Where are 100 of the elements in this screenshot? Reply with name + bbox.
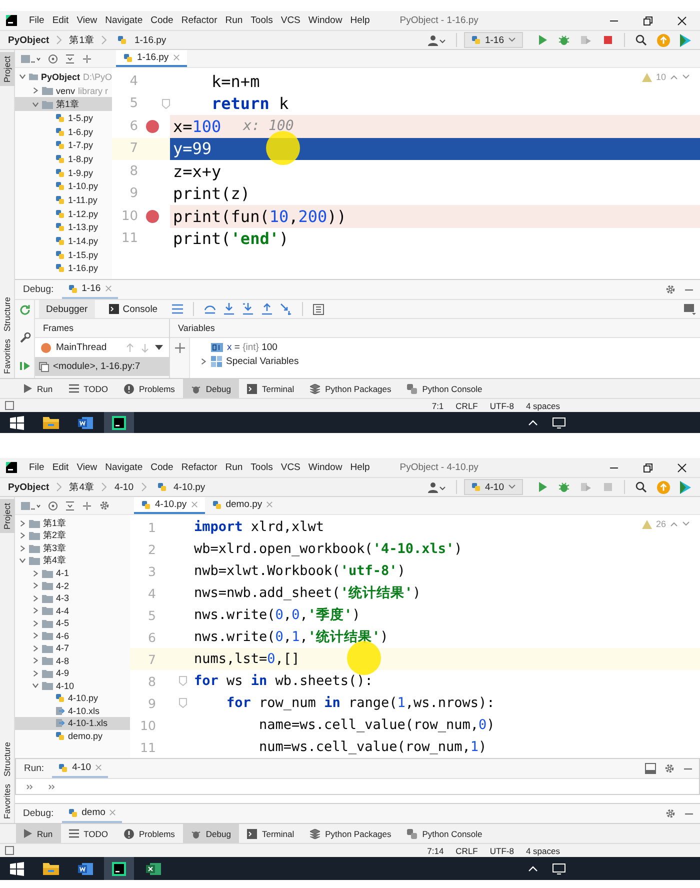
tree-item[interactable]: 4-4 xyxy=(15,604,130,617)
settings-icon[interactable] xyxy=(664,763,675,774)
step-into-icon[interactable] xyxy=(222,303,235,315)
collapse-all-icon[interactable] xyxy=(82,54,92,64)
menu-item[interactable]: Code xyxy=(146,462,178,473)
chevron-icon[interactable] xyxy=(19,532,26,540)
tree-item[interactable]: 1-7.py xyxy=(15,138,112,152)
table-icon[interactable] xyxy=(312,304,324,314)
next-icon[interactable] xyxy=(682,74,690,80)
tree-item[interactable]: demo.py xyxy=(15,730,130,742)
restore-icon[interactable] xyxy=(642,14,654,26)
taskbar-button[interactable] xyxy=(104,412,134,433)
status-item[interactable]: UTF-8 xyxy=(490,846,514,856)
tree-item[interactable]: 1-11.py xyxy=(15,193,112,207)
tree-item[interactable]: 4-10.xls xyxy=(15,704,130,717)
status-item[interactable]: 4 spaces xyxy=(526,400,560,410)
tool-window-tab[interactable]: Run xyxy=(16,379,61,398)
panel-toggle-icon[interactable] xyxy=(5,846,14,855)
breadcrumb[interactable]: 4-10 xyxy=(114,482,134,492)
tool-window-tab[interactable]: Python Packages xyxy=(302,379,400,398)
settings-icon[interactable] xyxy=(99,500,110,511)
menu-item[interactable]: Help xyxy=(346,462,374,473)
tool-window-tab[interactable]: Python Console xyxy=(399,824,490,843)
tree-item[interactable]: 第1章 xyxy=(15,97,112,112)
stack-frame[interactable]: <module>, 1-16.py:7 xyxy=(35,357,169,376)
run-icon[interactable] xyxy=(536,481,548,493)
tree-item[interactable]: 4-10 xyxy=(15,680,130,692)
settings-icon[interactable] xyxy=(665,284,676,295)
view-selector-icon[interactable] xyxy=(21,500,41,510)
menu-item[interactable]: VCS xyxy=(276,462,304,473)
tool-window-tab[interactable]: TODO xyxy=(60,824,116,843)
tool-window-tab[interactable]: Problems xyxy=(116,824,183,843)
menu-item[interactable]: View xyxy=(72,462,102,473)
breakpoint-icon[interactable] xyxy=(146,210,158,223)
monitor-icon[interactable] xyxy=(552,416,566,428)
panel-toggle-icon[interactable] xyxy=(5,401,14,410)
status-item[interactable]: 7:1 xyxy=(432,400,444,410)
status-item[interactable]: CRLF xyxy=(456,846,478,856)
wrench-icon[interactable] xyxy=(18,332,30,344)
breadcrumb[interactable]: PyObject xyxy=(8,34,50,46)
chevron-icon[interactable] xyxy=(200,358,207,364)
menu-item[interactable]: View xyxy=(72,15,102,26)
menu-item[interactable]: File xyxy=(25,462,48,473)
close-icon[interactable] xyxy=(676,14,688,26)
tree-item[interactable]: 第3章 xyxy=(15,542,130,554)
chevron-icon[interactable] xyxy=(32,644,39,652)
breadcrumb[interactable]: 1-16.py xyxy=(134,34,166,46)
menu-item[interactable]: Navigate xyxy=(101,462,147,473)
tool-window-tab[interactable]: Problems xyxy=(116,379,183,398)
step-into-icon[interactable] xyxy=(242,303,254,315)
expand-all-icon[interactable] xyxy=(65,500,75,510)
tool-window-tab[interactable]: Python Console xyxy=(399,379,490,398)
editor-tab[interactable]: 1-16.py xyxy=(116,50,187,67)
breadcrumb[interactable]: 4-10.py xyxy=(174,482,206,492)
tree-item[interactable]: 1-14.py xyxy=(15,234,112,248)
side-tab[interactable]: Favorites xyxy=(0,335,14,378)
layout-icon[interactable] xyxy=(684,304,696,314)
view-tab[interactable]: Debugger xyxy=(39,300,95,318)
locate-icon[interactable] xyxy=(48,500,58,510)
resume-icon[interactable] xyxy=(18,360,30,372)
menu-item[interactable]: Tools xyxy=(246,462,277,473)
tool-window-tab[interactable]: Debug xyxy=(182,379,239,398)
variable-group[interactable]: Special Variables xyxy=(226,356,299,366)
menu-icon[interactable] xyxy=(172,304,183,314)
locate-icon[interactable] xyxy=(48,54,58,64)
editor-tab[interactable]: 4-10.py xyxy=(134,497,205,514)
tree-item[interactable]: 1-5.py xyxy=(15,111,112,125)
tool-window-tab[interactable]: TODO xyxy=(60,379,116,398)
next-icon[interactable] xyxy=(682,521,690,527)
tree-item[interactable]: 4-10.py xyxy=(15,692,130,704)
menu-item[interactable]: File xyxy=(25,15,48,26)
search-icon[interactable] xyxy=(635,481,647,493)
tree-item[interactable]: 1-13.py xyxy=(15,220,112,234)
tree-item[interactable]: 第1章 xyxy=(15,517,130,530)
tree-item[interactable]: 4-3 xyxy=(15,592,130,604)
run-to-cursor-icon[interactable] xyxy=(280,303,292,315)
chevron-icon[interactable] xyxy=(19,557,26,564)
tray-expand-icon[interactable] xyxy=(528,418,538,426)
chevron-icon[interactable] xyxy=(32,682,39,690)
chevron-icon[interactable] xyxy=(32,607,39,614)
run-configuration-dropdown[interactable]: 1-16 xyxy=(464,32,523,48)
menu-item[interactable]: Edit xyxy=(48,462,73,473)
tree-item[interactable]: 第4章 xyxy=(15,554,130,567)
settings-icon[interactable] xyxy=(665,808,676,819)
tree-item[interactable]: 4-1 xyxy=(15,567,130,580)
monitor-icon[interactable] xyxy=(552,862,566,874)
breakpoint-icon[interactable] xyxy=(146,120,158,133)
tree-item[interactable]: 1-15.py xyxy=(15,248,112,262)
side-tab[interactable]: Project xyxy=(0,52,14,86)
menu-item[interactable]: Edit xyxy=(48,15,73,26)
expand-icon[interactable] xyxy=(26,782,34,790)
tree-item[interactable]: 4-7 xyxy=(15,642,130,654)
chevron-icon[interactable] xyxy=(32,582,39,590)
tool-window-tab[interactable]: Python Packages xyxy=(302,824,400,843)
bug-icon[interactable] xyxy=(558,481,570,493)
tool-window-tab[interactable]: Terminal xyxy=(238,379,302,398)
tree-item[interactable]: 1-8.py xyxy=(15,152,112,166)
tree-item[interactable]: 4-6 xyxy=(15,630,130,642)
expand-icon[interactable] xyxy=(48,782,56,790)
expand-all-icon[interactable] xyxy=(65,54,75,64)
